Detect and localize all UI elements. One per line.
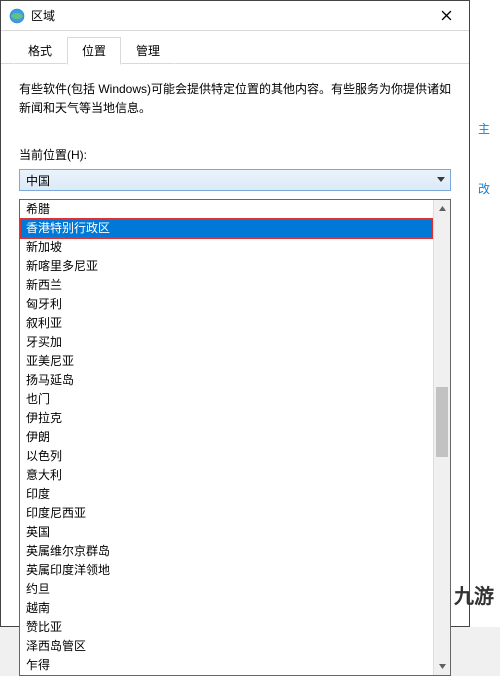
dropdown-item[interactable]: 匈牙利 (20, 295, 433, 314)
scrollbar[interactable] (433, 200, 450, 675)
description-text: 有些软件(包括 Windows)可能会提供特定位置的其他内容。有些服务为你提供诸… (19, 80, 451, 118)
scroll-track[interactable] (434, 217, 450, 658)
dropdown-item[interactable]: 越南 (20, 599, 433, 618)
tab-label: 位置 (82, 44, 106, 58)
location-dropdown: 希腊香港特别行政区新加坡新喀里多尼亚新西兰匈牙利叙利亚牙买加亚美尼亚扬马延岛也门… (19, 199, 451, 676)
dropdown-item[interactable]: 也门 (20, 390, 433, 409)
window-title: 区域 (31, 7, 424, 24)
chevron-down-icon (432, 170, 450, 190)
dropdown-item[interactable]: 希腊 (20, 200, 433, 219)
dropdown-item[interactable]: 亚美尼亚 (20, 352, 433, 371)
dropdown-item[interactable]: 意大利 (20, 466, 433, 485)
tab-location[interactable]: 位置 (67, 37, 121, 65)
bg-link-fragment: 主 (478, 120, 490, 137)
dropdown-item[interactable]: 赞比亚 (20, 618, 433, 637)
bg-link-fragment: 改 (478, 180, 490, 197)
globe-icon (9, 8, 25, 24)
dropdown-item[interactable]: 扬马延岛 (20, 371, 433, 390)
tabs: 格式 位置 管理 (1, 31, 469, 64)
dropdown-item[interactable]: 印度 (20, 485, 433, 504)
location-combobox[interactable]: 中国 (19, 169, 451, 191)
dropdown-item[interactable]: 乍得 (20, 656, 433, 675)
region-dialog: 区域 格式 位置 管理 有些软件(包括 Windows)可能会提供特定位置的其他… (0, 0, 470, 627)
dropdown-item[interactable]: 英国 (20, 523, 433, 542)
dropdown-item[interactable]: 新喀里多尼亚 (20, 257, 433, 276)
dropdown-item[interactable]: 香港特别行政区 (20, 219, 433, 238)
brand-text: 九游 (454, 580, 494, 609)
scroll-up-button[interactable] (434, 200, 450, 217)
close-button[interactable] (424, 1, 469, 31)
background-window-strip: 主 改 (470, 0, 500, 627)
tab-content: 有些软件(包括 Windows)可能会提供特定位置的其他内容。有些服务为你提供诸… (1, 64, 469, 203)
dropdown-item[interactable]: 伊拉克 (20, 409, 433, 428)
scroll-thumb[interactable] (436, 387, 448, 457)
dropdown-item[interactable]: 新加坡 (20, 238, 433, 257)
dropdown-item[interactable]: 英属维尔京群岛 (20, 542, 433, 561)
tab-format[interactable]: 格式 (13, 37, 67, 64)
dropdown-item[interactable]: 以色列 (20, 447, 433, 466)
dropdown-item[interactable]: 约旦 (20, 580, 433, 599)
dropdown-item[interactable]: 印度尼西亚 (20, 504, 433, 523)
dropdown-item[interactable]: 泽西岛管区 (20, 637, 433, 656)
tab-manage[interactable]: 管理 (121, 37, 175, 64)
dropdown-item[interactable]: 伊朗 (20, 428, 433, 447)
current-location-label: 当前位置(H): (19, 146, 451, 163)
dropdown-item[interactable]: 新西兰 (20, 276, 433, 295)
dropdown-list[interactable]: 希腊香港特别行政区新加坡新喀里多尼亚新西兰匈牙利叙利亚牙买加亚美尼亚扬马延岛也门… (20, 200, 433, 675)
tab-label: 格式 (28, 44, 52, 58)
titlebar: 区域 (1, 1, 469, 31)
combobox-value: 中国 (26, 172, 432, 189)
dropdown-item[interactable]: 英属印度洋领地 (20, 561, 433, 580)
dropdown-item[interactable]: 牙买加 (20, 333, 433, 352)
scroll-down-button[interactable] (434, 658, 450, 675)
dropdown-item[interactable]: 叙利亚 (20, 314, 433, 333)
tab-label: 管理 (136, 44, 160, 58)
